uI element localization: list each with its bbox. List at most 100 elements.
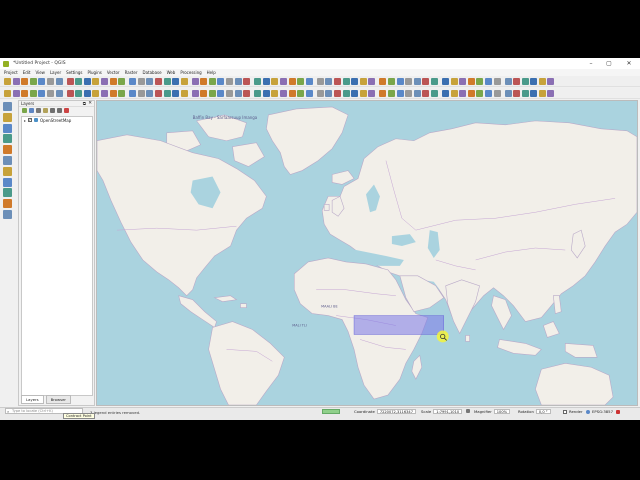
toolbar2-tool-icon-59[interactable] (530, 90, 538, 97)
toolbar2-tool-icon-29[interactable] (262, 90, 270, 97)
menu-layer[interactable]: Layer (50, 70, 61, 75)
toolbar2-tool-icon-53[interactable] (476, 90, 484, 97)
digitize-tool-icon-2[interactable] (3, 123, 12, 133)
toolbar2-tool-icon-12[interactable] (109, 90, 117, 97)
toolbar2-tool-icon-13[interactable] (118, 90, 126, 97)
toolbar2-tool-icon-6[interactable] (55, 90, 63, 97)
digitize-tool-icon-9[interactable] (3, 199, 12, 209)
toolbar2-tool-icon-22[interactable] (200, 90, 208, 97)
toolbar1-tool-icon-4[interactable] (38, 78, 46, 85)
toolbar2-tool-icon-26[interactable] (234, 90, 242, 97)
toolbar1-tool-icon-7[interactable] (66, 78, 74, 85)
rotation-input[interactable]: 0,0 ° (535, 409, 551, 414)
toolbar1-tool-icon-50[interactable] (450, 78, 458, 85)
toolbar2-tool-icon-47[interactable] (422, 90, 430, 97)
toolbar2-tool-icon-45[interactable] (405, 90, 413, 97)
digitize-tool-icon-7[interactable] (3, 177, 12, 187)
close-panel-icon[interactable]: ✕ (88, 101, 92, 106)
minimize-button[interactable]: – (584, 58, 598, 69)
tab-browser[interactable]: Browser (45, 395, 71, 404)
toolbar2-tool-icon-48[interactable] (430, 90, 438, 97)
toolbar1-tool-icon-23[interactable] (208, 78, 216, 85)
close-button[interactable]: ✕ (622, 58, 636, 69)
toolbar1-tool-icon-6[interactable] (55, 78, 63, 85)
digitize-tool-icon-5[interactable] (3, 155, 12, 165)
toolbar1-tool-icon-5[interactable] (46, 78, 54, 85)
toolbar1-tool-icon-24[interactable] (217, 78, 225, 85)
toolbar2-tool-icon-27[interactable] (243, 90, 251, 97)
toolbar1-tool-icon-41[interactable] (368, 78, 376, 85)
toolbar1-tool-icon-48[interactable] (430, 78, 438, 85)
digitize-tool-icon-3[interactable] (3, 134, 12, 144)
toolbar1-tool-icon-43[interactable] (387, 78, 395, 85)
toolbar2-tool-icon-61[interactable] (547, 90, 555, 97)
toolbar1-tool-icon-44[interactable] (396, 78, 404, 85)
toolbar2-tool-icon-11[interactable] (100, 90, 108, 97)
toolbar1-tool-icon-37[interactable] (334, 78, 341, 85)
lock-icon[interactable] (466, 409, 470, 413)
menu-plugins[interactable]: Plugins (88, 70, 102, 75)
toolbar2-tool-icon-41[interactable] (368, 90, 376, 97)
toolbar2-tool-icon-43[interactable] (387, 90, 395, 97)
toolbar1-tool-icon-30[interactable] (271, 78, 279, 85)
coordinate-input[interactable]: 7220072,3116347 (376, 409, 416, 414)
expand-all-icon[interactable] (50, 108, 55, 113)
toolbar1-tool-icon-49[interactable] (441, 78, 449, 85)
toolbar2-tool-icon-39[interactable] (351, 90, 359, 97)
toolbar2-tool-icon-44[interactable] (396, 90, 404, 97)
toolbar1-tool-icon-15[interactable] (137, 78, 145, 85)
toolbar1-tool-icon-1[interactable] (12, 78, 20, 85)
toolbar1-tool-icon-55[interactable] (493, 78, 501, 85)
toolbar2-tool-icon-42[interactable] (379, 90, 387, 97)
toolbar1-tool-icon-17[interactable] (154, 78, 162, 85)
toolbar2-tool-icon-46[interactable] (413, 90, 421, 97)
toolbar1-tool-icon-29[interactable] (262, 78, 270, 85)
toolbar2-tool-icon-16[interactable] (146, 90, 154, 97)
toolbar2-tool-icon-14[interactable] (129, 90, 137, 97)
toolbar1-tool-icon-42[interactable] (379, 78, 387, 85)
toolbar2-tool-icon-17[interactable] (154, 90, 162, 97)
toolbar1-tool-icon-45[interactable] (405, 78, 413, 85)
toolbar1-tool-icon-60[interactable] (538, 78, 546, 85)
toolbar1-tool-icon-46[interactable] (413, 78, 421, 85)
open-style-icon[interactable] (22, 108, 27, 113)
toolbar2-tool-icon-54[interactable] (484, 90, 492, 97)
maximize-button[interactable]: ▢ (602, 58, 616, 69)
toolbar2-tool-icon-58[interactable] (521, 90, 529, 97)
toolbar1-tool-icon-59[interactable] (530, 78, 538, 85)
toolbar2-tool-icon-21[interactable] (191, 90, 199, 97)
toolbar1-tool-icon-13[interactable] (118, 78, 126, 85)
toolbar1-tool-icon-28[interactable] (254, 78, 262, 85)
toolbar2-tool-icon-30[interactable] (271, 90, 279, 97)
toolbar2-tool-icon-18[interactable] (163, 90, 171, 97)
toolbar2-tool-icon-4[interactable] (38, 90, 46, 97)
menu-processing[interactable]: Processing (180, 70, 201, 75)
menu-project[interactable]: Project (4, 70, 18, 75)
toolbar1-tool-icon-36[interactable] (325, 78, 333, 85)
toolbar2-tool-icon-3[interactable] (29, 90, 37, 97)
menu-raster[interactable]: Raster (125, 70, 138, 75)
toolbar2-tool-icon-40[interactable] (359, 90, 367, 97)
menu-help[interactable]: Help (207, 70, 216, 75)
toolbar2-tool-icon-9[interactable] (83, 90, 91, 97)
toolbar1-tool-icon-14[interactable] (129, 78, 137, 85)
menu-settings[interactable]: Settings (66, 70, 82, 75)
toolbar1-tool-icon-0[interactable] (4, 78, 11, 85)
toolbar1-tool-icon-22[interactable] (200, 78, 208, 85)
toolbar1-tool-icon-58[interactable] (521, 78, 529, 85)
toolbar2-tool-icon-32[interactable] (288, 90, 296, 97)
toolbar2-tool-icon-31[interactable] (280, 90, 288, 97)
toolbar1-tool-icon-9[interactable] (83, 78, 91, 85)
toolbar1-tool-icon-8[interactable] (75, 78, 83, 85)
menu-edit[interactable]: Edit (23, 70, 31, 75)
toolbar2-tool-icon-23[interactable] (208, 90, 216, 97)
toolbar1-tool-icon-21[interactable] (191, 78, 199, 85)
toolbar2-tool-icon-36[interactable] (325, 90, 333, 97)
digitize-tool-icon-6[interactable] (3, 166, 12, 176)
toolbar1-tool-icon-40[interactable] (359, 78, 367, 85)
toolbar2-tool-icon-38[interactable] (342, 90, 350, 97)
toolbar1-tool-icon-16[interactable] (146, 78, 154, 85)
toolbar2-tool-icon-35[interactable] (316, 90, 324, 97)
toolbar1-tool-icon-61[interactable] (547, 78, 555, 85)
toolbar2-tool-icon-60[interactable] (538, 90, 546, 97)
